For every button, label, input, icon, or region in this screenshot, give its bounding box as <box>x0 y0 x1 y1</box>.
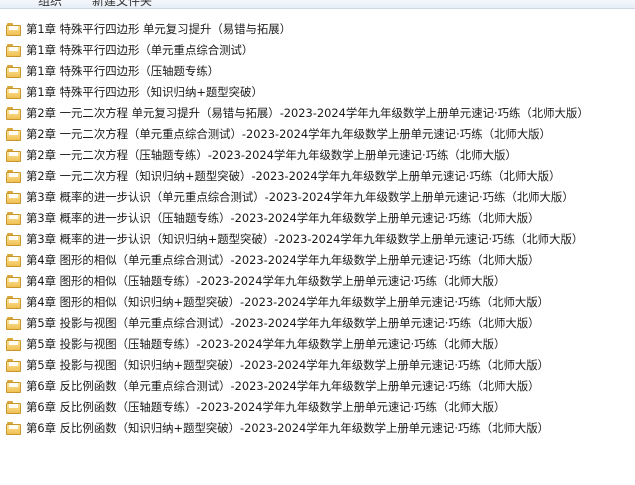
file-name: 第5章 投影与视图（单元重点综合测试）-2023-2024学年九年级数学上册单元… <box>26 316 540 330</box>
folder-icon <box>6 149 21 162</box>
folder-icon <box>6 254 21 267</box>
new-folder-button[interactable]: 新建文件夹 <box>92 0 152 8</box>
file-row[interactable]: 第4章 图形的相似（压轴题专练）-2023-2024学年九年级数学上册单元速记·… <box>0 271 635 292</box>
file-row[interactable]: 第3章 概率的进一步认识（压轴题专练）-2023-2024学年九年级数学上册单元… <box>0 208 635 229</box>
folder-icon <box>6 233 21 246</box>
folder-icon <box>6 380 21 393</box>
folder-icon <box>6 107 21 120</box>
file-row[interactable]: 第1章 特殊平行四边形（知识归纳+题型突破） <box>0 82 635 103</box>
file-name: 第3章 概率的进一步认识（压轴题专练）-2023-2024学年九年级数学上册单元… <box>26 211 540 225</box>
file-row[interactable]: 第2章 一元二次方程（单元重点综合测试）-2023-2024学年九年级数学上册单… <box>0 124 635 145</box>
file-row[interactable]: 第1章 特殊平行四边形 单元复习提升（易错与拓展） <box>0 19 635 40</box>
folder-icon <box>6 170 21 183</box>
file-name: 第1章 特殊平行四边形（压轴题专练） <box>26 64 220 78</box>
folder-icon <box>6 296 21 309</box>
file-row[interactable]: 第2章 一元二次方程（知识归纳+题型突破）-2023-2024学年九年级数学上册… <box>0 166 635 187</box>
file-row[interactable]: 第3章 概率的进一步认识（知识归纳+题型突破）-2023-2024学年九年级数学… <box>0 229 635 250</box>
folder-icon <box>6 401 21 414</box>
file-name: 第5章 投影与视图（压轴题专练）-2023-2024学年九年级数学上册单元速记·… <box>26 337 506 351</box>
file-name: 第2章 一元二次方程 单元复习提升（易错与拓展）-2023-2024学年九年级数… <box>26 106 589 120</box>
file-row[interactable]: 第5章 投影与视图（单元重点综合测试）-2023-2024学年九年级数学上册单元… <box>0 313 635 334</box>
file-name: 第1章 特殊平行四边形（单元重点综合测试） <box>26 43 254 57</box>
file-name: 第6章 反比例函数（压轴题专练）-2023-2024学年九年级数学上册单元速记·… <box>26 400 506 414</box>
file-row[interactable]: 第2章 一元二次方程 单元复习提升（易错与拓展）-2023-2024学年九年级数… <box>0 103 635 124</box>
file-name: 第2章 一元二次方程（单元重点综合测试）-2023-2024学年九年级数学上册单… <box>26 127 551 141</box>
file-row[interactable]: 第6章 反比例函数（压轴题专练）-2023-2024学年九年级数学上册单元速记·… <box>0 397 635 418</box>
file-name: 第4章 图形的相似（压轴题专练）-2023-2024学年九年级数学上册单元速记·… <box>26 274 506 288</box>
folder-icon <box>6 275 21 288</box>
folder-icon <box>6 317 21 330</box>
file-name: 第4章 图形的相似（知识归纳+题型突破）-2023-2024学年九年级数学上册单… <box>26 295 550 309</box>
folder-icon <box>6 86 21 99</box>
file-list: 第1章 特殊平行四边形 单元复习提升（易错与拓展） 第1章 特殊平行四边形（单元重… <box>0 19 635 439</box>
file-row[interactable]: 第4章 图形的相似（单元重点综合测试）-2023-2024学年九年级数学上册单元… <box>0 250 635 271</box>
folder-icon <box>6 191 21 204</box>
folder-icon <box>6 23 21 36</box>
file-row[interactable]: 第5章 投影与视图（压轴题专练）-2023-2024学年九年级数学上册单元速记·… <box>0 334 635 355</box>
file-name: 第4章 图形的相似（单元重点综合测试）-2023-2024学年九年级数学上册单元… <box>26 253 540 267</box>
file-row[interactable]: 第6章 反比例函数（单元重点综合测试）-2023-2024学年九年级数学上册单元… <box>0 376 635 397</box>
file-row[interactable]: 第1章 特殊平行四边形（压轴题专练） <box>0 61 635 82</box>
file-name: 第1章 特殊平行四边形（知识归纳+题型突破） <box>26 85 263 99</box>
folder-icon <box>6 212 21 225</box>
folder-icon <box>6 359 21 372</box>
folder-icon <box>6 338 21 351</box>
file-name: 第6章 反比例函数（单元重点综合测试）-2023-2024学年九年级数学上册单元… <box>26 379 540 393</box>
toolbar: 组织 新建文件夹 <box>0 0 635 9</box>
file-row[interactable]: 第4章 图形的相似（知识归纳+题型突破）-2023-2024学年九年级数学上册单… <box>0 292 635 313</box>
folder-icon <box>6 44 21 57</box>
file-row[interactable]: 第1章 特殊平行四边形（单元重点综合测试） <box>0 40 635 61</box>
file-name: 第2章 一元二次方程（压轴题专练）-2023-2024学年九年级数学上册单元速记… <box>26 148 517 162</box>
file-row[interactable]: 第6章 反比例函数（知识归纳+题型突破）-2023-2024学年九年级数学上册单… <box>0 418 635 439</box>
file-row[interactable]: 第2章 一元二次方程（压轴题专练）-2023-2024学年九年级数学上册单元速记… <box>0 145 635 166</box>
file-name: 第3章 概率的进一步认识（知识归纳+题型突破）-2023-2024学年九年级数学… <box>26 232 584 246</box>
file-name: 第2章 一元二次方程（知识归纳+题型突破）-2023-2024学年九年级数学上册… <box>26 169 561 183</box>
file-row[interactable]: 第5章 投影与视图（知识归纳+题型突破）-2023-2024学年九年级数学上册单… <box>0 355 635 376</box>
file-row[interactable]: 第3章 概率的进一步认识（单元重点综合测试）-2023-2024学年九年级数学上… <box>0 187 635 208</box>
organize-button[interactable]: 组织 <box>38 0 62 8</box>
folder-icon <box>6 128 21 141</box>
folder-icon <box>6 65 21 78</box>
file-name: 第3章 概率的进一步认识（单元重点综合测试）-2023-2024学年九年级数学上… <box>26 190 574 204</box>
folder-icon <box>6 422 21 435</box>
file-name: 第6章 反比例函数（知识归纳+题型突破）-2023-2024学年九年级数学上册单… <box>26 421 550 435</box>
file-name: 第5章 投影与视图（知识归纳+题型突破）-2023-2024学年九年级数学上册单… <box>26 358 550 372</box>
file-name: 第1章 特殊平行四边形 单元复习提升（易错与拓展） <box>26 22 292 36</box>
